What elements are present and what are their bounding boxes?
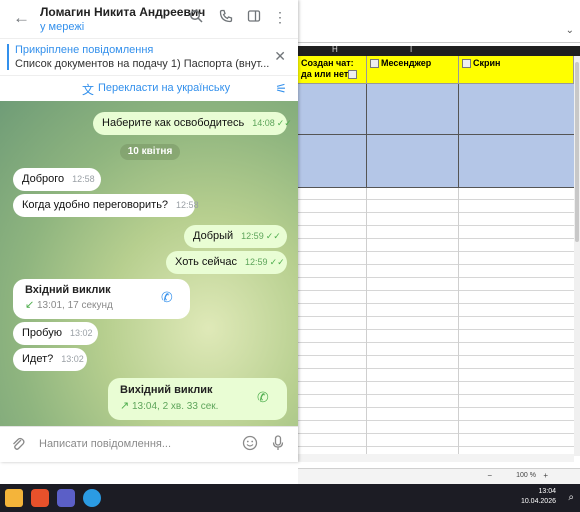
incoming-arrow-icon: ↙ [25,299,35,311]
header-cell-messenger[interactable]: Месенджер [367,56,459,83]
message-text: Добрый [193,230,234,242]
clock-date: 10.04.2026 [520,498,556,505]
message-bubble[interactable]: Когда удобно переговорить? 12:58 [13,194,199,217]
grid-line [366,135,367,187]
message-time: 12:58 [72,174,95,184]
message-time: 12:59 [245,257,268,267]
telegram-icon[interactable] [83,489,101,507]
translate-bar[interactable]: 文 Перекласти на українську ⚟ [0,75,298,103]
call-detail: 13:01, 17 секунд [37,300,113,311]
search-icon[interactable] [187,9,205,27]
pinned-message-bar[interactable]: Прикріплене повідомлення Список документ… [0,38,298,75]
sidebar-toggle-icon[interactable] [245,9,263,27]
horizontal-scrollbar[interactable] [298,454,574,462]
paperclip-icon[interactable] [11,436,25,456]
chat-header: ← Ломагин Никита Андреевич у мережі ⋮ [0,0,298,38]
message-bubble[interactable]: Наберите как освободитесь 14:08 ✓✓ [93,112,292,135]
header-cell-chat-created[interactable]: Создан чат: да или нет [298,56,367,83]
filter-dropdown-icon[interactable] [370,59,379,69]
filled-cell-block[interactable] [298,135,574,188]
call-title: Вхідний виклик [25,284,111,296]
contact-status: у мережі [40,21,85,33]
call-detail: 13:04, 2 хв. 33 сек. [132,401,219,412]
zoom-in-icon[interactable]: + [543,471,548,480]
taskbar: 13:04 10.04.2026 ⌕ [0,484,580,512]
emoji-icon[interactable] [242,435,258,455]
message-text: Доброго [22,173,65,185]
header-cell-screenshot[interactable]: Скрин [459,56,574,83]
outgoing-call-bubble[interactable]: Вихідний виклик ↗ 13:04, 2 хв. 33 сек. ✆ [108,378,287,420]
message-composer: Написати повідомлення... [0,426,298,462]
grid-line [458,135,459,187]
message-bubble[interactable]: Добрый 12:59 ✓✓ [184,225,287,248]
message-time: 13:02 [61,354,84,364]
filter-dropdown-icon[interactable] [348,70,358,80]
message-time: 14:08 [252,118,275,128]
status-bar: 100 % − + [298,468,580,485]
translate-settings-icon[interactable]: ⚟ [275,81,287,97]
telegram-window: ← Ломагин Никита Андреевич у мережі ⋮ Пр… [0,0,298,462]
spreadsheet-toolbar [298,0,580,23]
read-checks-icon: ✓✓ [276,118,292,128]
microphone-icon[interactable] [271,435,285,455]
phone-callback-icon[interactable]: ✆ [161,289,173,305]
teams-icon[interactable] [57,489,75,507]
message-bubble[interactable]: Пробую 13:02 [13,322,98,345]
header-cell-label: Создан чат: да или нет [301,58,354,79]
column-letter-i[interactable]: I [410,45,412,54]
message-list[interactable]: Наберите как освободитесь 14:08 ✓✓ 10 квіт… [0,101,298,426]
header-row: Создан чат: да или нет Месенджер Скрин [298,56,574,84]
brave-browser-icon[interactable] [31,489,49,507]
zoom-out-icon[interactable]: − [487,471,492,480]
pinned-text: Список документов на подачу 1) Паспорта … [15,58,270,70]
back-arrow-icon[interactable]: ← [13,8,30,28]
message-bubble[interactable]: Хоть сейчас 12:59 ✓✓ [166,251,287,274]
message-text: Хоть сейчас [175,256,238,268]
clock-time: 13:04 [538,488,556,495]
message-time: 12:59 [241,231,264,241]
chevron-down-icon[interactable]: ⌄ [566,25,574,36]
message-time: 13:02 [69,328,93,338]
grid-line [366,84,367,134]
message-text: Когда удобно переговорить? [22,199,169,211]
message-text: Идет? [22,353,54,365]
message-text: Пробую [22,327,62,339]
translate-icon: 文 [82,83,95,97]
scrollbar-thumb[interactable] [575,62,579,242]
system-clock[interactable]: 13:04 10.04.2026 [521,487,556,507]
message-bubble[interactable]: Доброго 12:58 [13,168,101,191]
filter-dropdown-icon[interactable] [462,59,471,69]
call-title: Вихідний виклик [120,384,213,396]
phone-icon[interactable] [217,9,235,27]
formula-bar[interactable]: ⌄ [298,22,580,43]
close-icon[interactable]: ✕ [274,48,286,65]
message-time: 12:58 [176,200,199,210]
spreadsheet-window: ⌄ H I Создан чат: да или нет Месенджер С… [298,0,580,485]
notification-icon[interactable]: ⌕ [568,492,574,503]
more-menu-icon[interactable]: ⋮ [271,9,289,27]
message-input[interactable]: Написати повідомлення... [39,438,171,450]
column-letter-h[interactable]: H [332,45,338,54]
incoming-call-bubble[interactable]: Вхідний виклик ↙ 13:01, 17 секунд ✆ [13,279,190,319]
date-divider: 10 квітня [120,144,180,160]
message-text: Наберите как освободитесь [102,117,245,129]
vertical-scrollbar[interactable] [574,56,580,456]
file-explorer-icon[interactable] [5,489,23,507]
pinned-title: Прикріплене повідомлення [15,44,154,56]
read-checks-icon: ✓✓ [265,231,281,241]
filled-cell-block[interactable] [298,84,574,135]
translate-label[interactable]: Перекласти на українську [98,82,230,94]
column-headers: H I [298,45,580,56]
header-cell-label: Скрин [473,58,501,68]
read-checks-icon: ✓✓ [269,257,285,267]
message-bubble[interactable]: Идет? 13:02 [13,348,87,371]
zoom-level[interactable]: 100 % [516,472,536,479]
header-cell-label: Месенджер [381,58,432,68]
phone-callback-icon[interactable]: ✆ [257,389,269,405]
pinned-indicator [7,44,9,70]
contact-name[interactable]: Ломагин Никита Андреевич [40,5,205,19]
outgoing-arrow-icon: ↗ [120,400,130,412]
grid-line [458,84,459,134]
